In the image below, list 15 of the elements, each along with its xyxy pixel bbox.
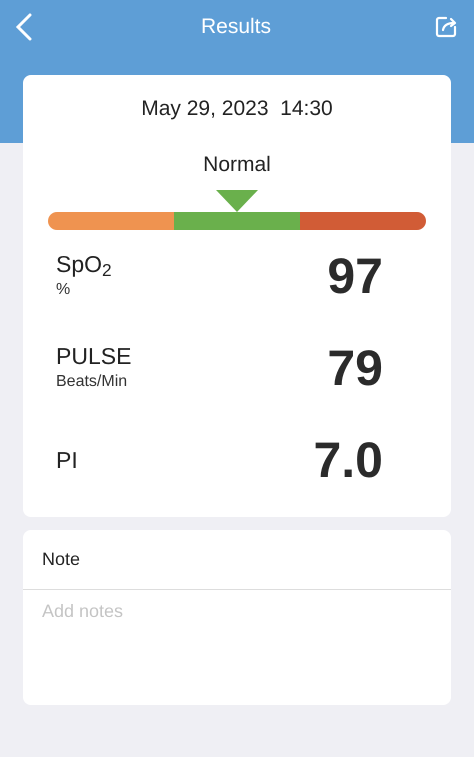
back-icon [14, 13, 34, 41]
page-title: Results [200, 14, 272, 40]
metric-unit: Beats/Min [56, 372, 128, 392]
date-time: May 29, 2023 14:30 [141, 96, 333, 122]
metric-name: SpO$_{2}$ [56, 250, 112, 278]
share-icon [434, 15, 458, 39]
metric-value: 79 [327, 338, 383, 398]
note-label: Note [23, 530, 451, 590]
metric-name: PI [56, 446, 78, 474]
metric-value: 97 [327, 246, 383, 306]
metric-value: 7.0 [313, 430, 383, 490]
metric-unit: % [56, 280, 72, 300]
status-label: Normal [203, 152, 271, 178]
metric-name: PULSE [56, 342, 132, 370]
note-field[interactable]: Add notes [23, 590, 451, 705]
